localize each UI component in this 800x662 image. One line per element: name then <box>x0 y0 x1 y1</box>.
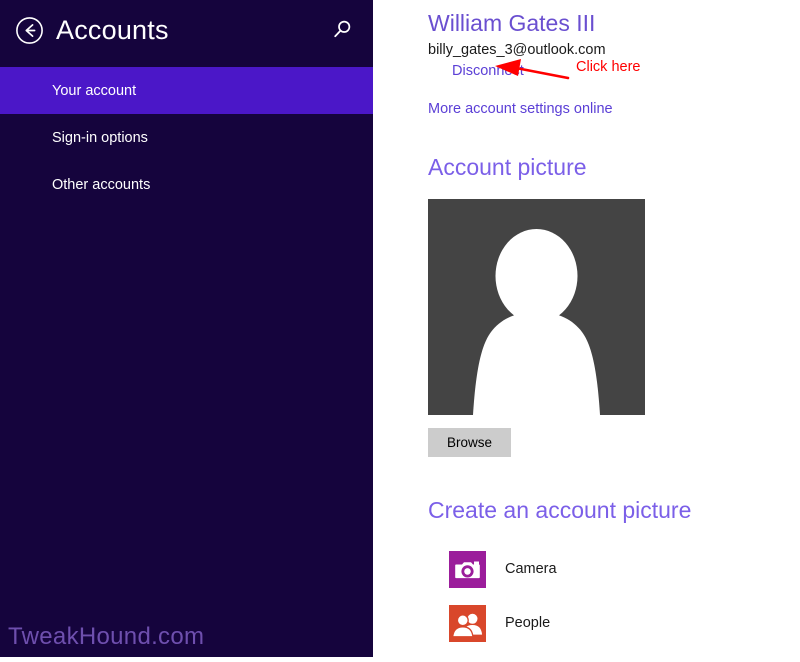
more-account-settings-online-link[interactable]: More account settings online <box>428 99 613 119</box>
sidebar-header: Accounts <box>0 0 373 60</box>
search-icon[interactable] <box>329 17 355 43</box>
sidebar: Accounts Your account Sign-in options Ot… <box>0 0 373 657</box>
sidebar-item-label: Other accounts <box>52 176 151 193</box>
sidebar-item-label: Sign-in options <box>52 129 148 146</box>
more-settings-row: More account settings online <box>428 99 800 119</box>
person-silhouette-icon <box>473 229 600 415</box>
create-picture-tile-list: Camera People <box>428 542 800 650</box>
sidebar-item-other-accounts[interactable]: Other accounts <box>0 161 373 208</box>
content-panel: William Gates III billy_gates_3@outlook.… <box>373 0 800 657</box>
create-picture-tile-label: Camera <box>505 561 557 577</box>
create-picture-tile-people[interactable]: People <box>428 596 800 650</box>
sidebar-item-sign-in-options[interactable]: Sign-in options <box>0 114 373 161</box>
people-icon <box>449 604 486 642</box>
account-email: billy_gates_3@outlook.com <box>428 42 606 58</box>
watermark: TweakHound.com <box>8 623 205 650</box>
camera-icon <box>449 550 486 588</box>
settings-accounts-screen: Accounts Your account Sign-in options Ot… <box>0 0 800 657</box>
page-title: Accounts <box>56 14 169 45</box>
disconnect-row: Disconnect <box>428 61 800 81</box>
disconnect-link[interactable]: Disconnect <box>452 61 524 81</box>
create-picture-tile-camera[interactable]: Camera <box>428 542 800 596</box>
account-display-name: William Gates III <box>428 10 596 36</box>
sidebar-nav-list: Your account Sign-in options Other accou… <box>0 67 373 208</box>
create-account-picture-section: Create an account picture Camera People <box>428 497 800 650</box>
sidebar-item-your-account[interactable]: Your account <box>0 67 373 114</box>
create-account-picture-heading: Create an account picture <box>428 497 692 523</box>
account-picture-preview[interactable] <box>428 199 645 415</box>
browse-button[interactable]: Browse <box>428 428 511 457</box>
account-picture-section: Account picture Browse <box>428 154 800 457</box>
sidebar-item-label: Your account <box>52 82 137 99</box>
back-arrow-circle-icon[interactable] <box>14 15 44 45</box>
account-picture-heading: Account picture <box>428 154 587 180</box>
create-picture-tile-label: People <box>505 615 551 631</box>
